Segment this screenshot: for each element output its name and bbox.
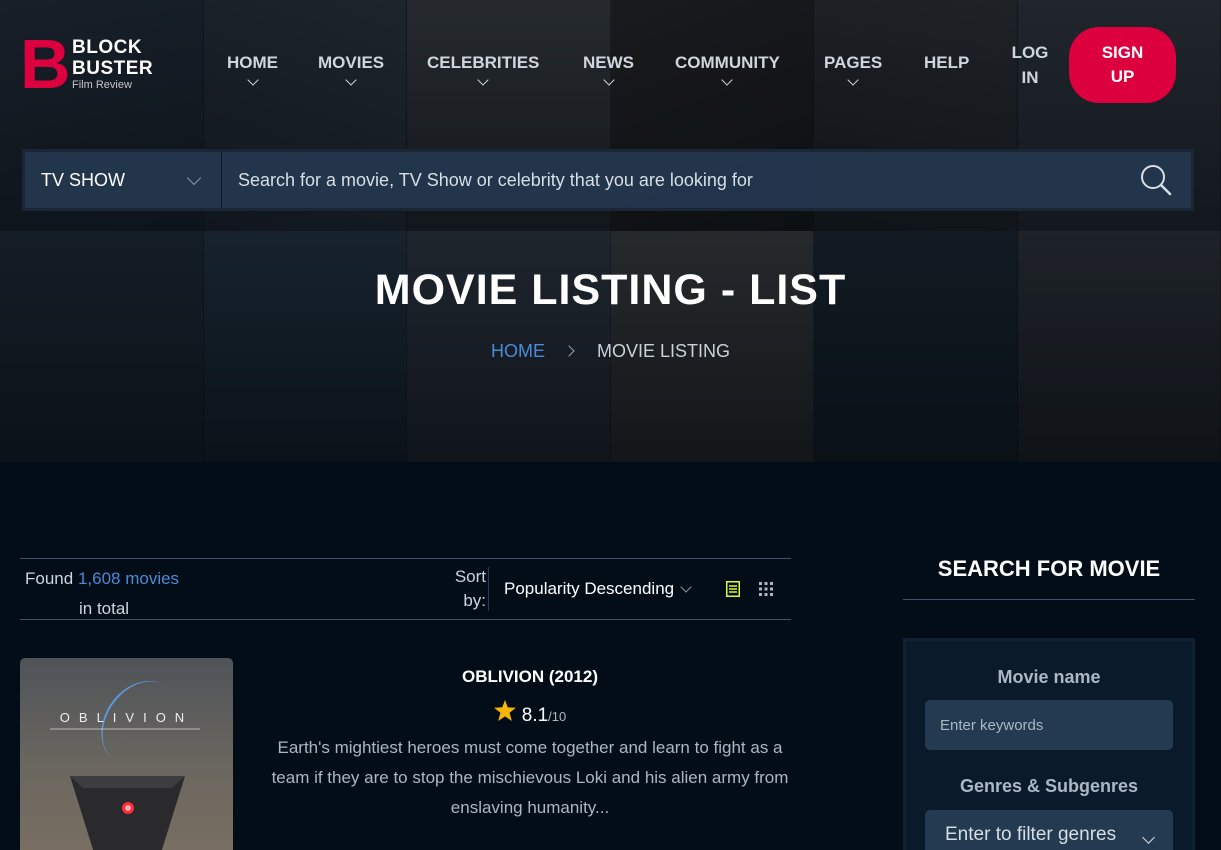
top-search-input[interactable] — [222, 152, 1121, 208]
logo-text-line2: BUSTER — [72, 57, 154, 79]
movie-search-form: Movie name Genres & Subgenres Enter to f… — [903, 638, 1195, 850]
search-icon[interactable] — [1121, 152, 1191, 208]
sidebar-title: SEARCH FOR MOVIE — [937, 556, 1161, 581]
nav-item-pages[interactable]: PAGES — [824, 52, 882, 86]
logo-text-line1: BLOCK — [72, 36, 143, 58]
listing-topbar: Found 1,608 movies in total Sort by: Pop… — [20, 558, 791, 620]
chevron-down-icon — [602, 74, 615, 86]
top-search-bar: TV SHOW — [22, 149, 1194, 211]
login-link[interactable]: LOG IN — [1008, 40, 1052, 90]
results-count-value: 1,608 movies — [77, 569, 180, 588]
genres-select[interactable]: Enter to filter genres — [925, 810, 1173, 850]
chevron-down-icon — [721, 74, 734, 86]
chevron-down-icon — [246, 74, 259, 86]
signup-button[interactable]: SIGN UP — [1069, 27, 1176, 103]
logo-mark: B — [20, 25, 71, 103]
breadcrumb: HOME MOVIE LISTING — [0, 341, 1221, 361]
chevron-down-icon — [847, 74, 859, 86]
breadcrumb-current: MOVIE LISTING — [596, 341, 731, 361]
nav-item-community[interactable]: COMMUNITY — [675, 52, 780, 86]
chevron-down-icon — [1142, 830, 1155, 844]
movie-poster[interactable]: OBLIVION — [20, 658, 233, 850]
nav-item-movies[interactable]: MOVIES — [318, 52, 384, 86]
nav-item-home[interactable]: HOME — [227, 52, 278, 86]
movie-title[interactable]: OBLIVION (2012) — [270, 666, 790, 688]
page-title: MOVIE LISTING - LIST — [374, 266, 847, 314]
movie-name-input[interactable] — [925, 700, 1173, 750]
grid-view-icon[interactable] — [759, 582, 773, 601]
rating-max: /10 — [548, 709, 567, 724]
movie-name-label: Movie name — [997, 667, 1101, 687]
rating-value: 8.1 — [521, 705, 549, 726]
logo-tagline: Film Review — [72, 78, 132, 91]
results-count: Found 1,608 movies in total — [25, 569, 180, 618]
chevron-right-icon — [563, 345, 575, 357]
movie-description: Earth's mightiest heroes must come toget… — [271, 738, 789, 817]
chevron-down-icon — [477, 74, 489, 86]
star-icon — [493, 700, 516, 726]
nav-item-celebrities[interactable]: CELEBRITIES — [427, 52, 539, 86]
chevron-down-icon — [345, 74, 357, 86]
list-view-icon[interactable] — [726, 581, 740, 602]
nav-item-help[interactable]: HELP — [924, 52, 969, 74]
movie-rating: 8.1 /10 — [270, 700, 790, 729]
chevron-down-icon — [186, 170, 202, 185]
nav-item-news[interactable]: NEWS — [583, 52, 634, 86]
search-category-select[interactable]: TV SHOW — [25, 152, 222, 208]
breadcrumb-home-link[interactable]: HOME — [491, 341, 545, 361]
chevron-down-icon — [680, 580, 692, 593]
sort-select[interactable]: Popularity Descending — [504, 577, 692, 601]
hero-banner: B BLOCK BUSTER Film Review HOME MOVIES C… — [0, 0, 1221, 462]
sort-label: Sort by: — [454, 567, 486, 610]
genres-label: Genres & Subgenres — [959, 776, 1139, 796]
site-logo[interactable]: B BLOCK BUSTER Film Review — [20, 25, 154, 103]
poster-title: OBLIVION — [59, 710, 194, 725]
